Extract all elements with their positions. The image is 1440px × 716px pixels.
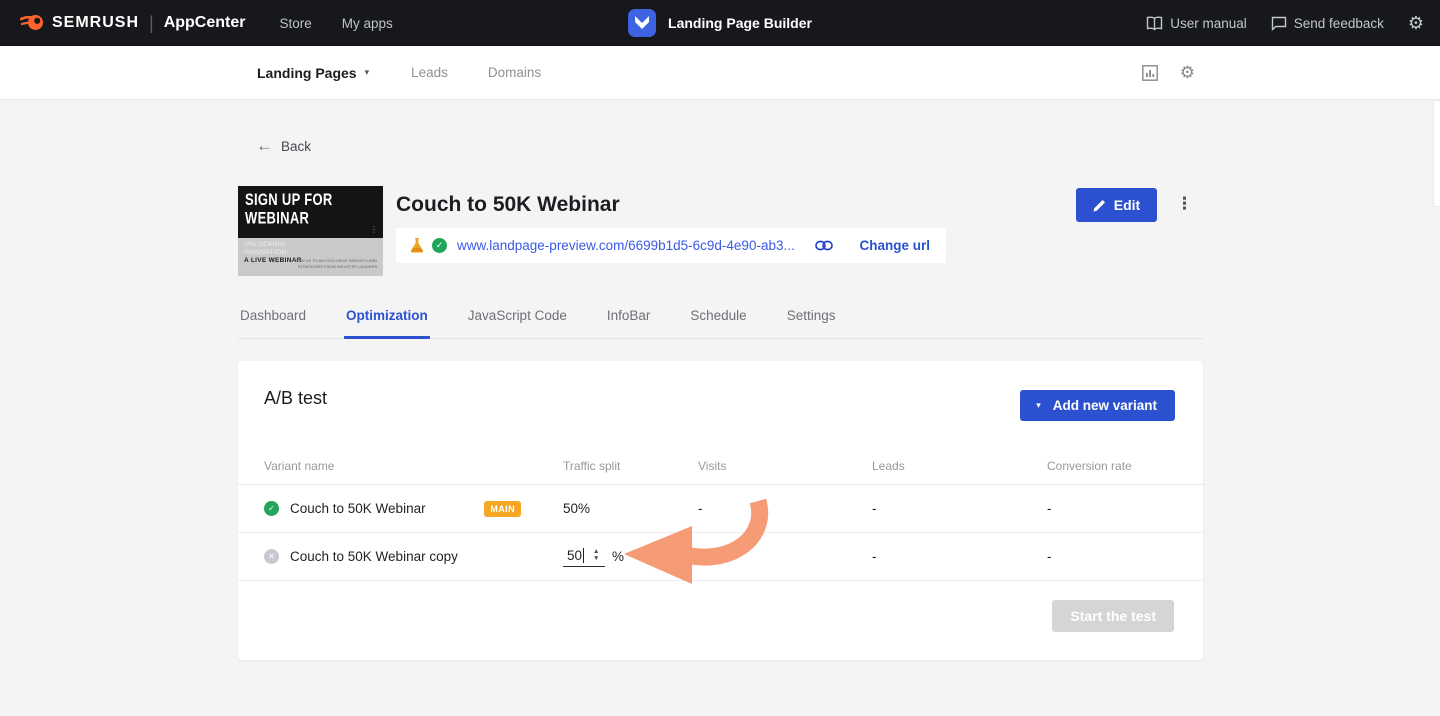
- semrush-logo-icon: [20, 10, 46, 36]
- thumbnail-headline-2: WEBINAR: [245, 210, 376, 229]
- copy-link-icon[interactable]: [815, 240, 833, 251]
- app-cluster: Landing Page Builder: [628, 9, 812, 37]
- page-tabs: Dashboard Optimization JavaScript Code I…: [238, 300, 1203, 339]
- variant-name: Couch to 50K Webinar copy: [290, 549, 458, 564]
- page-title: Couch to 50K Webinar: [396, 193, 620, 217]
- number-stepper[interactable]: ▲ ▼: [593, 549, 599, 563]
- feedback-bubble-icon: [1271, 16, 1287, 31]
- variant-inactive-icon: ✕: [264, 549, 279, 564]
- traffic-split-input[interactable]: 50 ▲ ▼: [563, 546, 605, 567]
- topbar-right: User manual Send feedback ⚙: [1146, 14, 1424, 32]
- preview-url-link[interactable]: www.landpage-preview.com/6699b1d5-6c9d-4…: [457, 238, 795, 253]
- thumbnail-fine-2: STRATEGIES FROM INDUSTRY LEADERS: [295, 264, 377, 270]
- page-kebab-menu-icon[interactable]: ⋮: [1176, 194, 1193, 214]
- send-feedback-label: Send feedback: [1294, 16, 1384, 31]
- chevron-down-icon: ▾: [365, 67, 370, 78]
- col-traffic-split: Traffic split: [563, 459, 698, 473]
- tab-infobar[interactable]: InfoBar: [605, 300, 653, 339]
- landing-page-builder-icon: [628, 9, 656, 37]
- page-settings-gear-icon[interactable]: ⚙: [1180, 64, 1195, 81]
- thumbnail-kebab-icon: ⋮: [370, 226, 378, 233]
- col-conversion-rate: Conversion rate: [1047, 459, 1177, 473]
- change-url-button[interactable]: Change url: [859, 238, 930, 253]
- analytics-chart-icon[interactable]: [1142, 65, 1158, 81]
- subnav-item-leads[interactable]: Leads: [411, 65, 448, 80]
- back-button[interactable]: ← Back: [256, 136, 311, 156]
- preview-url-bar: ✓ www.landpage-preview.com/6699b1d5-6c9d…: [396, 228, 946, 263]
- table-row-main-variant: ✓ Couch to 50K Webinar MAIN 50% - - -: [238, 485, 1203, 533]
- nav-store[interactable]: Store: [279, 16, 311, 31]
- tab-schedule[interactable]: Schedule: [688, 300, 748, 339]
- back-arrow-icon: ←: [256, 136, 273, 156]
- tab-optimization[interactable]: Optimization: [344, 300, 430, 339]
- ab-test-card: A/B test ▾ Add new variant Variant name …: [238, 361, 1203, 660]
- variant-active-check-icon: ✓: [264, 501, 279, 516]
- col-leads: Leads: [872, 459, 1047, 473]
- col-visits: Visits: [698, 459, 872, 473]
- leads-value: -: [872, 501, 1047, 516]
- app-title: Landing Page Builder: [668, 15, 812, 31]
- scrollbar-thumb[interactable]: [1433, 100, 1440, 207]
- conversion-rate-value: -: [1047, 501, 1177, 516]
- add-new-variant-button[interactable]: ▾ Add new variant: [1020, 390, 1175, 421]
- visits-value: -: [698, 501, 872, 516]
- brand-name: SEMRUSH: [52, 14, 139, 32]
- send-feedback-link[interactable]: Send feedback: [1271, 16, 1384, 31]
- url-verified-check-icon: ✓: [432, 238, 447, 253]
- landing-pages-dropdown[interactable]: Landing Pages ▾: [257, 65, 369, 81]
- user-manual-link[interactable]: User manual: [1146, 16, 1247, 31]
- leads-value: -: [872, 549, 1047, 564]
- user-manual-label: User manual: [1170, 16, 1247, 31]
- tab-settings[interactable]: Settings: [785, 300, 838, 339]
- subnav-item-domains[interactable]: Domains: [488, 65, 541, 80]
- nav-my-apps[interactable]: My apps: [342, 16, 393, 31]
- visits-value: -: [698, 549, 872, 564]
- topbar: SEMRUSH | AppCenter Store My apps Landin…: [0, 0, 1440, 46]
- back-label: Back: [281, 139, 311, 154]
- start-test-button[interactable]: Start the test: [1052, 600, 1174, 632]
- thumbnail-headline-1: SIGN UP FOR: [245, 191, 376, 210]
- variants-table-header: Variant name Traffic split Visits Leads …: [238, 448, 1203, 485]
- app-subnav: Landing Pages ▾ Leads Domains ⚙: [0, 46, 1440, 100]
- experiment-flask-icon: [410, 237, 424, 254]
- thumbnail-bottom: UNLOCKING INNOVATION: A LIVE WEBINAR JOI…: [238, 238, 383, 276]
- tab-javascript-code[interactable]: JavaScript Code: [466, 300, 569, 339]
- percent-suffix: %: [612, 549, 624, 564]
- topbar-nav: Store My apps: [279, 16, 392, 31]
- tab-dashboard[interactable]: Dashboard: [238, 300, 308, 339]
- edit-button[interactable]: Edit: [1076, 188, 1157, 222]
- variant-name: Couch to 50K Webinar: [290, 501, 426, 516]
- landing-pages-label: Landing Pages: [257, 65, 357, 81]
- main-badge: MAIN: [484, 501, 521, 517]
- chevron-down-icon: ▾: [1036, 400, 1041, 411]
- thumbnail-top: SIGN UP FOR WEBINAR ⋮: [238, 186, 383, 238]
- traffic-split-input-value: 50: [567, 548, 582, 563]
- stepper-down-icon: ▼: [593, 556, 599, 563]
- book-icon: [1146, 16, 1163, 31]
- subnav-icons: ⚙: [1142, 64, 1195, 81]
- edit-label: Edit: [1114, 197, 1140, 213]
- thumbnail-sub-1: UNLOCKING: [244, 241, 377, 249]
- topbar-settings-gear-icon[interactable]: ⚙: [1408, 14, 1424, 32]
- brand-suffix: AppCenter: [164, 14, 246, 32]
- add-new-variant-label: Add new variant: [1053, 398, 1157, 413]
- brand-separator: |: [149, 13, 154, 34]
- conversion-rate-value: -: [1047, 549, 1177, 564]
- traffic-split-value: 50%: [563, 501, 698, 516]
- landing-page-builder-screen: SEMRUSH | AppCenter Store My apps Landin…: [0, 0, 1440, 716]
- landing-page-thumbnail: SIGN UP FOR WEBINAR ⋮ UNLOCKING INNOVATI…: [238, 186, 383, 276]
- text-cursor: [583, 548, 584, 563]
- thumbnail-sub-2: INNOVATION:: [244, 249, 377, 257]
- ab-test-title: A/B test: [264, 388, 327, 409]
- table-row-copy-variant: ✕ Couch to 50K Webinar copy 50 ▲ ▼ % - -…: [238, 533, 1203, 581]
- col-variant-name: Variant name: [264, 459, 563, 473]
- semrush-brand[interactable]: SEMRUSH | AppCenter: [20, 10, 245, 36]
- pencil-icon: [1093, 199, 1106, 212]
